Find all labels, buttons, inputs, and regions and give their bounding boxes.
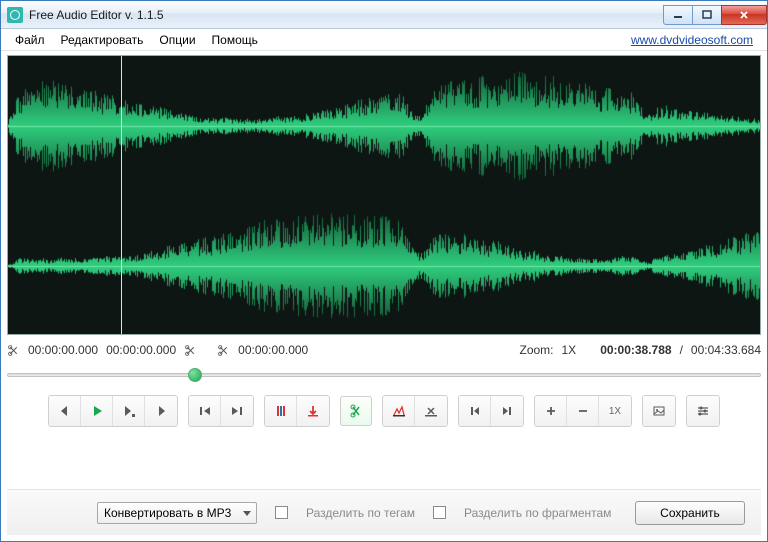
position-time: 00:00:38.788	[600, 343, 671, 357]
selection-end-button[interactable]	[491, 396, 523, 426]
zoom-in-button[interactable]	[535, 396, 567, 426]
maximize-button[interactable]	[692, 5, 722, 25]
slider-track[interactable]	[7, 373, 761, 377]
zoom-label: Zoom:	[519, 343, 553, 357]
cursor-time: 00:00:00.000	[238, 343, 308, 357]
zoom-value: 1X	[562, 343, 577, 357]
marker-add-button[interactable]	[265, 396, 297, 426]
menu-file[interactable]: Файл	[9, 31, 51, 49]
scissors-icon	[184, 344, 197, 357]
selection-end-time: 00:00:00.000	[106, 343, 176, 357]
time-separator: /	[680, 343, 683, 357]
bottom-bar: Конвертировать в MP3 Разделить по тегам …	[7, 489, 761, 535]
split-tags-checkbox[interactable]	[275, 506, 288, 519]
split-tags-label: Разделить по тегам	[306, 506, 415, 520]
play-selection-button[interactable]	[113, 396, 145, 426]
skip-forward-button[interactable]	[221, 396, 253, 426]
skip-back-button[interactable]	[189, 396, 221, 426]
scissors-icon	[217, 344, 230, 357]
split-fragments-checkbox[interactable]	[433, 506, 446, 519]
scissors-icon	[7, 344, 20, 357]
settings-button[interactable]	[687, 396, 719, 426]
minimize-button[interactable]	[663, 5, 693, 25]
save-button[interactable]: Сохранить	[635, 501, 745, 525]
toolbar: 1X	[7, 395, 761, 427]
delete-selection-button[interactable]	[415, 396, 447, 426]
play-button[interactable]	[81, 396, 113, 426]
selection-start-time: 00:00:00.000	[28, 343, 98, 357]
menu-options[interactable]: Опции	[153, 31, 201, 49]
format-combo[interactable]: Конвертировать в MP3	[97, 502, 257, 524]
menu-bar: Файл Редактировать Опции Помощь www.dvdv…	[1, 29, 767, 51]
close-button[interactable]	[721, 5, 767, 25]
split-fragments-label: Разделить по фрагментам	[464, 506, 611, 520]
trim-outside-button[interactable]	[383, 396, 415, 426]
position-slider[interactable]	[7, 365, 761, 385]
prev-button[interactable]	[49, 396, 81, 426]
window-title: Free Audio Editor v. 1.1.5	[29, 8, 164, 22]
menu-edit[interactable]: Редактировать	[55, 31, 150, 49]
time-info-row: 00:00:00.000 00:00:00.000 00:00:00.000 Z…	[7, 343, 761, 357]
play-cursor[interactable]	[121, 56, 122, 334]
waveform-display[interactable]	[7, 55, 761, 335]
cut-button[interactable]	[340, 396, 372, 426]
duration-time: 00:04:33.684	[691, 343, 761, 357]
menu-help[interactable]: Помощь	[206, 31, 264, 49]
image-button[interactable]	[643, 396, 675, 426]
selection-start-button[interactable]	[459, 396, 491, 426]
app-icon	[7, 7, 23, 23]
zoom-reset-button[interactable]: 1X	[599, 396, 631, 426]
website-link[interactable]: www.dvdvideosoft.com	[625, 31, 759, 49]
app-window: Free Audio Editor v. 1.1.5 Файл Редактир…	[0, 0, 768, 542]
zoom-out-button[interactable]	[567, 396, 599, 426]
slider-thumb[interactable]	[188, 368, 202, 382]
title-bar[interactable]: Free Audio Editor v. 1.1.5	[1, 1, 767, 29]
marker-download-button[interactable]	[297, 396, 329, 426]
next-button[interactable]	[145, 396, 177, 426]
